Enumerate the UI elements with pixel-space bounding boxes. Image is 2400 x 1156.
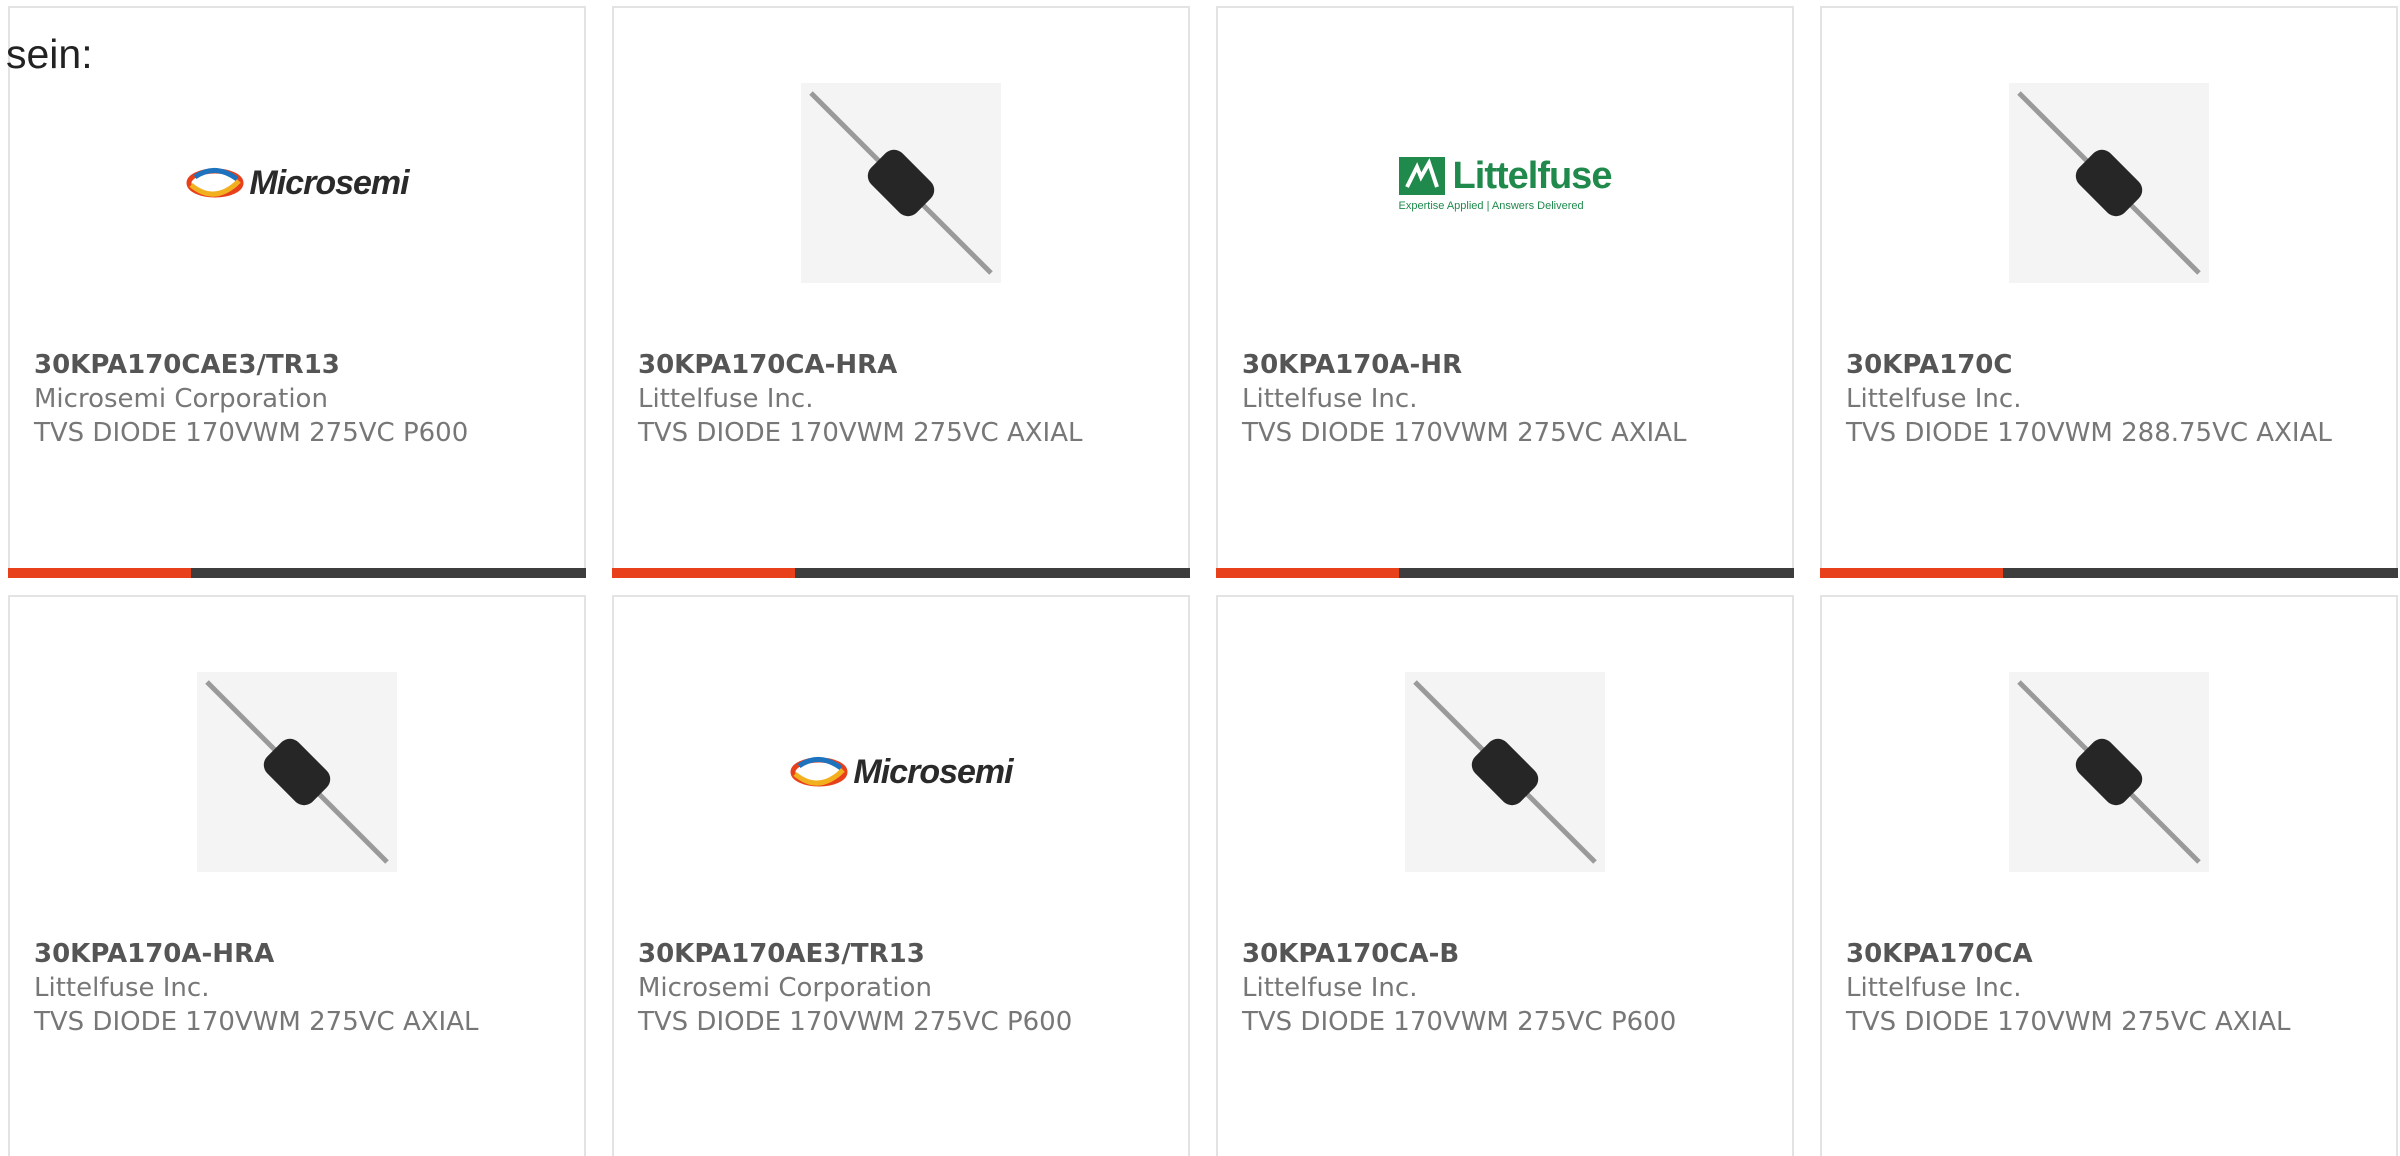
product-card[interactable]: Microsemi 30KPA170CAE3/TR13 Microsemi Co… [8,6,586,578]
description: TVS DIODE 170VWM 275VC P600 [34,418,469,448]
product-info: 30KPA170CA-HRA Littelfuse Inc. TVS DIODE… [638,348,1168,450]
product-image: Microsemi [10,78,584,288]
product-info: 30KPA170A-HRA Littelfuse Inc. TVS DIODE … [34,937,564,1039]
product-image [614,78,1188,288]
product-card[interactable]: Littelfuse Expertise Applied | Answers D… [1216,6,1794,578]
intro-text: sein: [6,31,93,77]
product-image: Littelfuse Expertise Applied | Answers D… [1218,78,1792,288]
part-number[interactable]: 30KPA170A-HR [1242,348,1772,382]
manufacturer: Littelfuse Inc. [1242,384,1418,414]
description: TVS DIODE 170VWM 275VC AXIAL [1846,1007,2291,1037]
manufacturer: Littelfuse Inc. [1846,384,2022,414]
manufacturer: Microsemi Corporation [34,384,328,414]
part-number[interactable]: 30KPA170AE3/TR13 [638,937,1168,971]
description: TVS DIODE 170VWM 275VC AXIAL [34,1007,479,1037]
axial-diode-photo-icon [801,83,1001,283]
part-number[interactable]: 30KPA170CA-B [1242,937,1772,971]
axial-diode-photo-icon [1405,672,1605,872]
product-card[interactable]: 30KPA170C Littelfuse Inc. TVS DIODE 170V… [1820,6,2398,578]
part-number[interactable]: 30KPA170C [1846,348,2376,382]
product-image [10,667,584,877]
description: TVS DIODE 170VWM 275VC AXIAL [1242,418,1687,448]
product-card[interactable]: 30KPA170CA-B Littelfuse Inc. TVS DIODE 1… [1216,595,1794,1156]
product-info: 30KPA170AE3/TR13 Microsemi Corporation T… [638,937,1168,1039]
description: TVS DIODE 170VWM 275VC AXIAL [638,418,1083,448]
manufacturer: Microsemi Corporation [638,973,932,1003]
product-info: 30KPA170CAE3/TR13 Microsemi Corporation … [34,348,564,450]
card-bar [1216,568,1794,578]
product-image [1822,78,2396,288]
product-card[interactable]: 30KPA170CA Littelfuse Inc. TVS DIODE 170… [1820,595,2398,1156]
part-number[interactable]: 30KPA170A-HRA [34,937,564,971]
microsemi-logo: Microsemi [185,164,410,203]
card-bar [612,568,1190,578]
manufacturer: Littelfuse Inc. [34,973,210,1003]
description: TVS DIODE 170VWM 275VC P600 [1242,1007,1677,1037]
description: TVS DIODE 170VWM 275VC P600 [638,1007,1073,1037]
part-number[interactable]: 30KPA170CAE3/TR13 [34,348,564,382]
littelfuse-logo: Littelfuse Expertise Applied | Answers D… [1398,154,1612,212]
product-info: 30KPA170CA Littelfuse Inc. TVS DIODE 170… [1846,937,2376,1039]
page: sein: Microsemi 30KPA170CAE3/TR13 Micros… [0,0,2400,1156]
product-card[interactable]: 30KPA170CA-HRA Littelfuse Inc. TVS DIODE… [612,6,1190,578]
product-card[interactable]: 30KPA170A-HRA Littelfuse Inc. TVS DIODE … [8,595,586,1156]
card-bar-accent [8,568,191,578]
microsemi-logo: Microsemi [789,753,1014,792]
axial-diode-photo-icon [2009,672,2209,872]
product-image [1218,667,1792,877]
part-number[interactable]: 30KPA170CA [1846,937,2376,971]
product-info: 30KPA170A-HR Littelfuse Inc. TVS DIODE 1… [1242,348,1772,450]
manufacturer: Littelfuse Inc. [638,384,814,414]
card-bar [1820,568,2398,578]
axial-diode-photo-icon [2009,83,2209,283]
card-bar [8,568,586,578]
product-info: 30KPA170CA-B Littelfuse Inc. TVS DIODE 1… [1242,937,1772,1039]
product-info: 30KPA170C Littelfuse Inc. TVS DIODE 170V… [1846,348,2376,450]
product-grid: Microsemi 30KPA170CAE3/TR13 Microsemi Co… [0,0,2400,1156]
axial-diode-photo-icon [197,672,397,872]
card-bar-accent [1820,568,2003,578]
card-bar-accent [612,568,795,578]
product-image: Microsemi [614,667,1188,877]
card-bar-accent [1216,568,1399,578]
description: TVS DIODE 170VWM 288.75VC AXIAL [1846,418,2332,448]
manufacturer: Littelfuse Inc. [1242,973,1418,1003]
manufacturer: Littelfuse Inc. [1846,973,2022,1003]
product-card[interactable]: Microsemi 30KPA170AE3/TR13 Microsemi Cor… [612,595,1190,1156]
product-image [1822,667,2396,877]
part-number[interactable]: 30KPA170CA-HRA [638,348,1168,382]
